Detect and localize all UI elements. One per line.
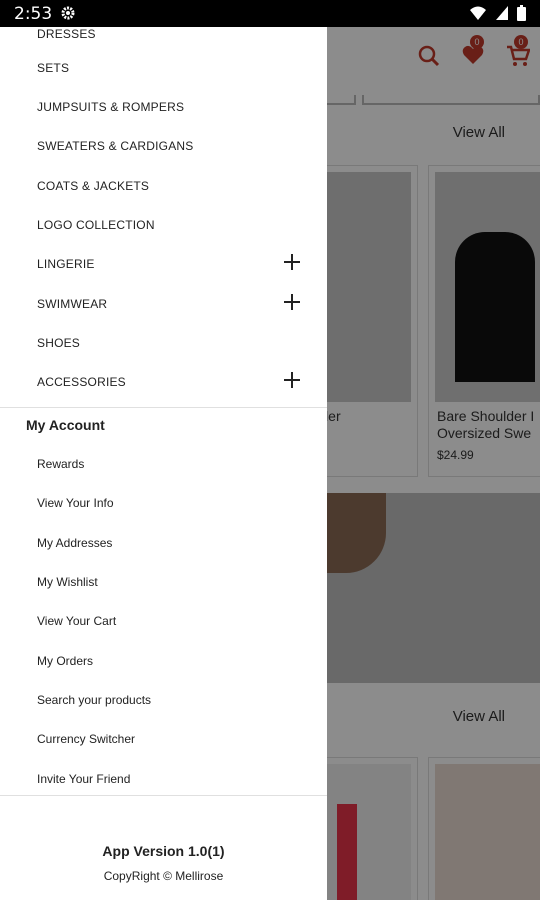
app-version-text: App Version 1.0(1)	[102, 843, 225, 859]
expand-plus-icon[interactable]	[283, 253, 301, 271]
expand-plus-icon[interactable]	[283, 293, 301, 311]
category-label: LINGERIE	[37, 257, 95, 271]
category-item-sets[interactable]: SETS	[0, 49, 327, 88]
account-item-label: Currency Switcher	[37, 732, 136, 746]
signal-icon	[495, 5, 509, 26]
account-item-orders[interactable]: My Orders	[0, 642, 327, 681]
category-item-coats[interactable]: COATS & JACKETS	[0, 167, 327, 206]
battery-icon	[517, 5, 526, 26]
category-label: SWEATERS & CARDIGANS	[37, 139, 194, 153]
category-item-swimwear[interactable]: SWIMWEAR	[0, 285, 327, 324]
expand-plus-icon[interactable]	[283, 371, 301, 389]
account-section-title: My Account	[26, 417, 105, 433]
gear-icon	[60, 5, 76, 26]
category-label: LOGO COLLECTION	[37, 218, 155, 232]
category-label: JUMPSUITS & ROMPERS	[37, 100, 185, 114]
account-item-rewards[interactable]: Rewards	[0, 445, 327, 484]
category-item-accessories[interactable]: ACCESSORIES	[0, 363, 327, 402]
divider	[0, 407, 327, 408]
category-label: DRESSES	[37, 27, 96, 41]
category-item-lingerie[interactable]: LINGERIE	[0, 245, 327, 284]
account-item-view-info[interactable]: View Your Info	[0, 484, 327, 523]
account-item-addresses[interactable]: My Addresses	[0, 524, 327, 563]
account-item-label: My Wishlist	[37, 575, 98, 589]
account-item-currency-switcher[interactable]: Currency Switcher	[0, 720, 327, 759]
status-bar: 2:53	[0, 0, 540, 27]
status-time: 2:53	[14, 4, 53, 24]
category-item-sweaters[interactable]: SWEATERS & CARDIGANS	[0, 127, 327, 166]
account-item-wishlist[interactable]: My Wishlist	[0, 563, 327, 602]
category-label: SHOES	[37, 336, 81, 350]
account-item-label: My Orders	[37, 654, 94, 668]
category-item-jumpsuits[interactable]: JUMPSUITS & ROMPERS	[0, 88, 327, 127]
category-label: SETS	[37, 61, 70, 75]
account-item-search-products[interactable]: Search your products	[0, 681, 327, 720]
wifi-icon	[469, 5, 487, 26]
category-label: ACCESSORIES	[37, 375, 126, 389]
copyright-text: CopyRight © Mellirose	[103, 869, 224, 883]
account-item-label: My Addresses	[37, 536, 113, 550]
account-item-label: View Your Info	[37, 496, 114, 510]
category-item-shoes[interactable]: SHOES	[0, 324, 327, 363]
category-label: SWIMWEAR	[37, 297, 108, 311]
account-item-label: Rewards	[37, 457, 85, 471]
account-item-label: Invite Your Friend	[37, 772, 131, 786]
account-item-label: View Your Cart	[37, 614, 117, 628]
category-label: COATS & JACKETS	[37, 179, 150, 193]
navigation-drawer: DRESSES SETS JUMPSUITS & ROMPERS SWEATER…	[0, 27, 327, 900]
account-item-view-cart[interactable]: View Your Cart	[0, 602, 327, 641]
divider	[0, 795, 327, 796]
category-item-logo-collection[interactable]: LOGO COLLECTION	[0, 206, 327, 245]
account-item-label: Search your products	[37, 693, 152, 707]
account-item-invite-friend[interactable]: Invite Your Friend	[0, 760, 327, 799]
